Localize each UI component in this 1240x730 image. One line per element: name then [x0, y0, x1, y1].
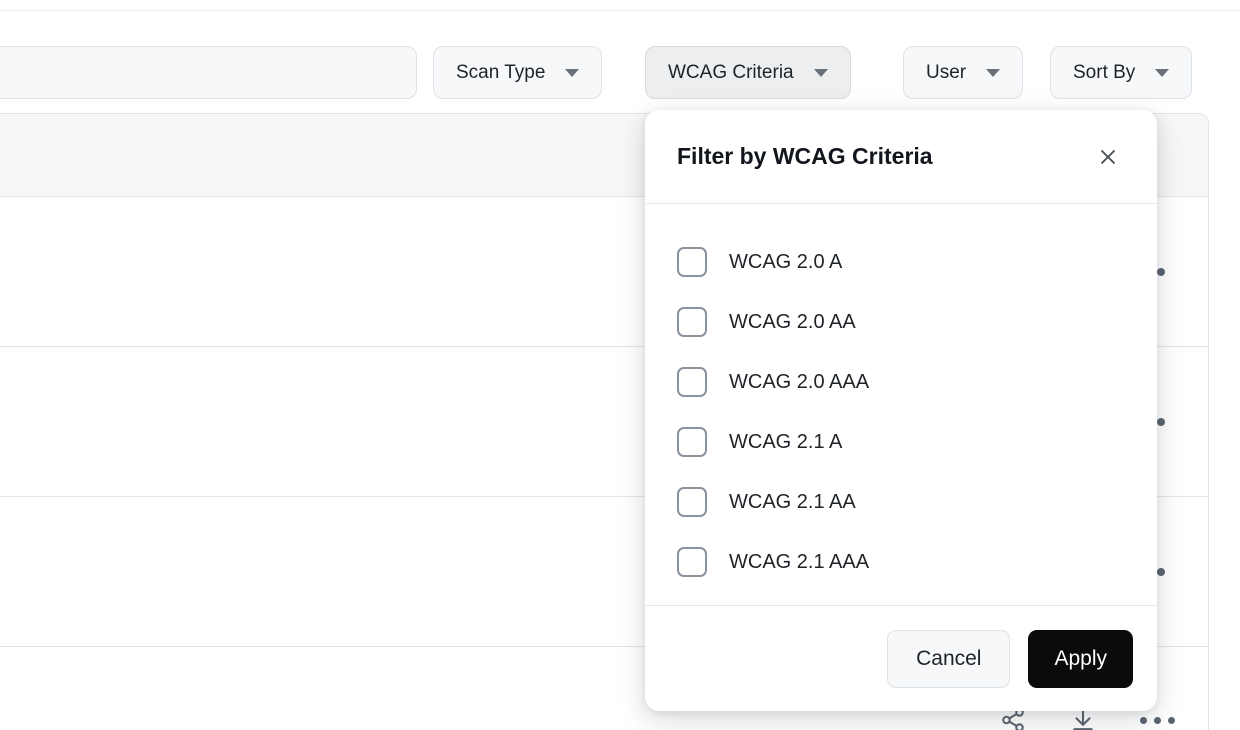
filter-button-sort-by-label: Sort By [1073, 63, 1135, 82]
option-label: WCAG 2.0 AAA [729, 372, 869, 392]
checkbox-wcag-20-aa[interactable] [677, 307, 707, 337]
filter-button-wcag-criteria[interactable]: WCAG Criteria [645, 46, 851, 99]
option-wcag-20-a[interactable]: WCAG 2.0 A [645, 232, 1157, 292]
dialog-footer: Cancel Apply [645, 605, 1157, 711]
close-icon [1097, 146, 1119, 168]
option-label: WCAG 2.1 A [729, 432, 842, 452]
status-dot [1157, 568, 1165, 576]
checkbox-wcag-21-aaa[interactable] [677, 547, 707, 577]
filter-button-scan-type[interactable]: Scan Type [433, 46, 602, 99]
option-label: WCAG 2.1 AA [729, 492, 856, 512]
filter-button-user[interactable]: User [903, 46, 1023, 99]
checkbox-wcag-21-a[interactable] [677, 427, 707, 457]
more-options-icon[interactable] [1140, 717, 1175, 724]
chevron-down-icon [565, 69, 579, 77]
option-wcag-20-aa[interactable]: WCAG 2.0 AA [645, 292, 1157, 352]
chevron-down-icon [1155, 69, 1169, 77]
checkbox-wcag-20-a[interactable] [677, 247, 707, 277]
top-divider [0, 10, 1240, 11]
option-wcag-21-aa[interactable]: WCAG 2.1 AA [645, 472, 1157, 532]
option-wcag-20-aaa[interactable]: WCAG 2.0 AAA [645, 352, 1157, 412]
filter-button-sort-by[interactable]: Sort By [1050, 46, 1192, 99]
wcag-criteria-filter-dialog: Filter by WCAG Criteria WCAG 2.0 A WCAG … [645, 110, 1157, 711]
option-label: WCAG 2.0 AA [729, 312, 856, 332]
option-label: WCAG 2.0 A [729, 252, 842, 272]
filter-button-wcag-criteria-label: WCAG Criteria [668, 63, 794, 82]
chevron-down-icon [814, 69, 828, 77]
filter-button-scan-type-label: Scan Type [456, 63, 545, 82]
criteria-option-list: WCAG 2.0 A WCAG 2.0 AA WCAG 2.0 AAA WCAG… [645, 204, 1157, 605]
option-wcag-21-aaa[interactable]: WCAG 2.1 AAA [645, 532, 1157, 592]
checkbox-wcag-20-aaa[interactable] [677, 367, 707, 397]
status-dot [1157, 418, 1165, 426]
checkbox-wcag-21-aa[interactable] [677, 487, 707, 517]
option-label: WCAG 2.1 AAA [729, 552, 869, 572]
status-dot [1157, 268, 1165, 276]
dialog-title: Filter by WCAG Criteria [677, 143, 1091, 170]
filter-button-user-label: User [926, 63, 966, 82]
dialog-header: Filter by WCAG Criteria [645, 110, 1157, 204]
search-input[interactable] [0, 46, 417, 99]
close-button[interactable] [1091, 140, 1125, 174]
chevron-down-icon [986, 69, 1000, 77]
filter-toolbar: Scan Type WCAG Criteria User Sort By [0, 46, 1240, 100]
cancel-button[interactable]: Cancel [887, 630, 1010, 688]
option-wcag-21-a[interactable]: WCAG 2.1 A [645, 412, 1157, 472]
apply-button[interactable]: Apply [1028, 630, 1133, 688]
